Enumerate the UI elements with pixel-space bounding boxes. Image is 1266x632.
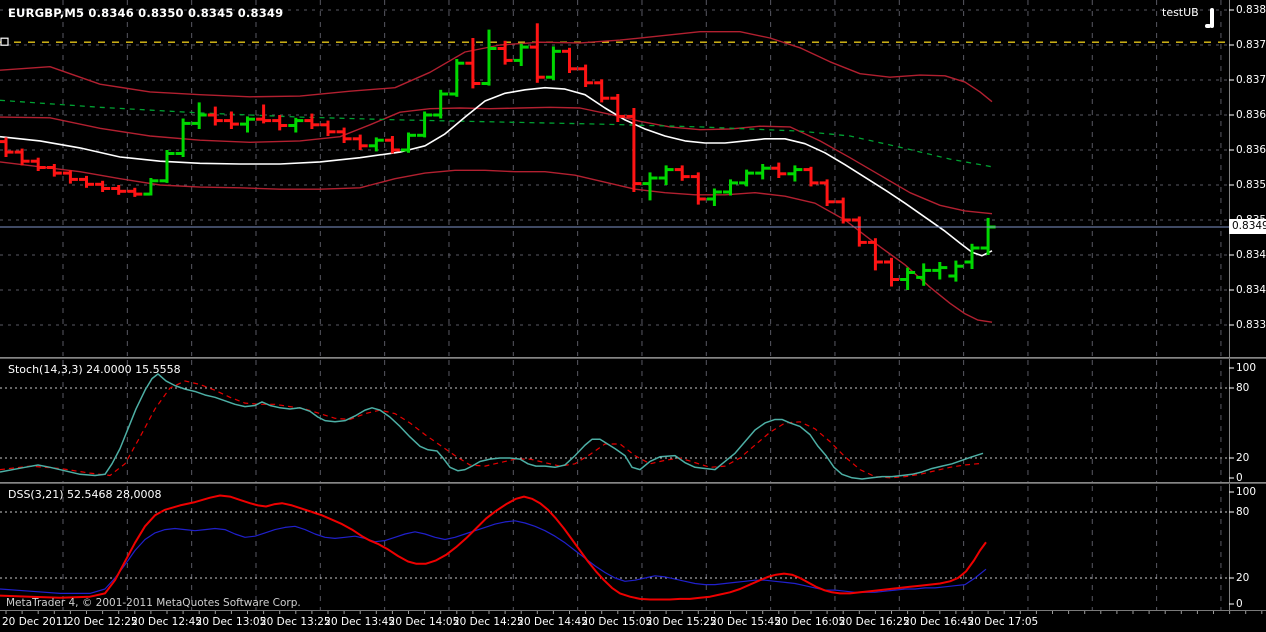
price-axis-label: 0.8375 [1236,39,1266,51]
time-axis-label: 20 Dec 15:45 [710,616,781,628]
current-price-badge: 0.8349 [1229,219,1266,234]
stoch-axis-label: 0 [1236,472,1243,484]
stoch-indicator-label: Stoch(14,3,3) 24.0000 15.5558 [8,364,181,376]
drawing-anchor-square[interactable] [1,38,8,45]
stoch-axis-label: 100 [1236,362,1256,374]
mt4-chart-window: EURGBP,M5 0.8346 0.8350 0.8345 0.8349 te… [0,0,1266,632]
time-axis-separator [0,610,1266,611]
time-axis-label: 20 Dec 2011 [2,616,69,628]
chart-symbol-title: EURGBP,M5 0.8346 0.8350 0.8345 0.8349 [8,7,283,19]
price-axis-label: 0.8370 [1236,74,1266,86]
time-axis-label: 20 Dec 12:45 [131,616,202,628]
time-axis-label: 20 Dec 15:05 [582,616,653,628]
time-axis-label: 20 Dec 14:45 [517,616,588,628]
indicator-panel [0,496,1229,600]
time-axis-label: 20 Dec 14:05 [389,616,460,628]
ohlc-bars-layer [0,23,996,290]
time-axis-label: 20 Dec 15:25 [646,616,717,628]
price-axis-label: 0.8335 [1236,319,1266,331]
price-axis-label: 0.8345 [1236,249,1266,261]
time-axis-label: 20 Dec 14:25 [453,616,524,628]
time-axis-label: 20 Dec 13:25 [260,616,331,628]
grid-layer [0,0,1229,610]
copyright-watermark: MetaTrader 4, © 2001-2011 MetaQuotes Sof… [6,597,301,609]
price-axis-label: 0.8340 [1236,284,1266,296]
time-axis-label: 20 Dec 16:45 [903,616,974,628]
time-axis-label: 20 Dec 16:25 [839,616,910,628]
panel-resize-separator[interactable] [0,357,1266,359]
dss-indicator-label: DSS(3,21) 52.5468 28,0008 [8,489,161,501]
indicator-tag: testUB [1162,7,1199,19]
time-axis-label: 20 Dec 16:05 [775,616,846,628]
price-axis-label: 0.8355 [1236,179,1266,191]
panel-resize-separator[interactable] [0,482,1266,484]
time-axis-label: 20 Dec 13:45 [324,616,395,628]
time-axis-label: 20 Dec 13:05 [196,616,267,628]
stoch-axis-label: 20 [1236,452,1249,464]
price-axis-label: 0.8365 [1236,109,1266,121]
chart-canvas[interactable] [0,0,1266,632]
dss-axis-label: 100 [1236,486,1256,498]
indicator-panel [0,374,1229,479]
dss-axis-label: 0 [1236,598,1243,610]
stoch-axis-label: 80 [1236,382,1249,394]
price-axis-label: 0.8380 [1236,4,1266,16]
dss-axis-label: 80 [1236,506,1249,518]
price-axis-label: 0.8360 [1236,144,1266,156]
main-price-panel [0,23,1266,322]
chart-shift-marker [1205,8,1214,28]
time-axis-label: 20 Dec 17:05 [968,616,1039,628]
axis-frame [6,0,1262,614]
time-axis-label: 20 Dec 12:25 [67,616,138,628]
dss-axis-label: 20 [1236,572,1249,584]
